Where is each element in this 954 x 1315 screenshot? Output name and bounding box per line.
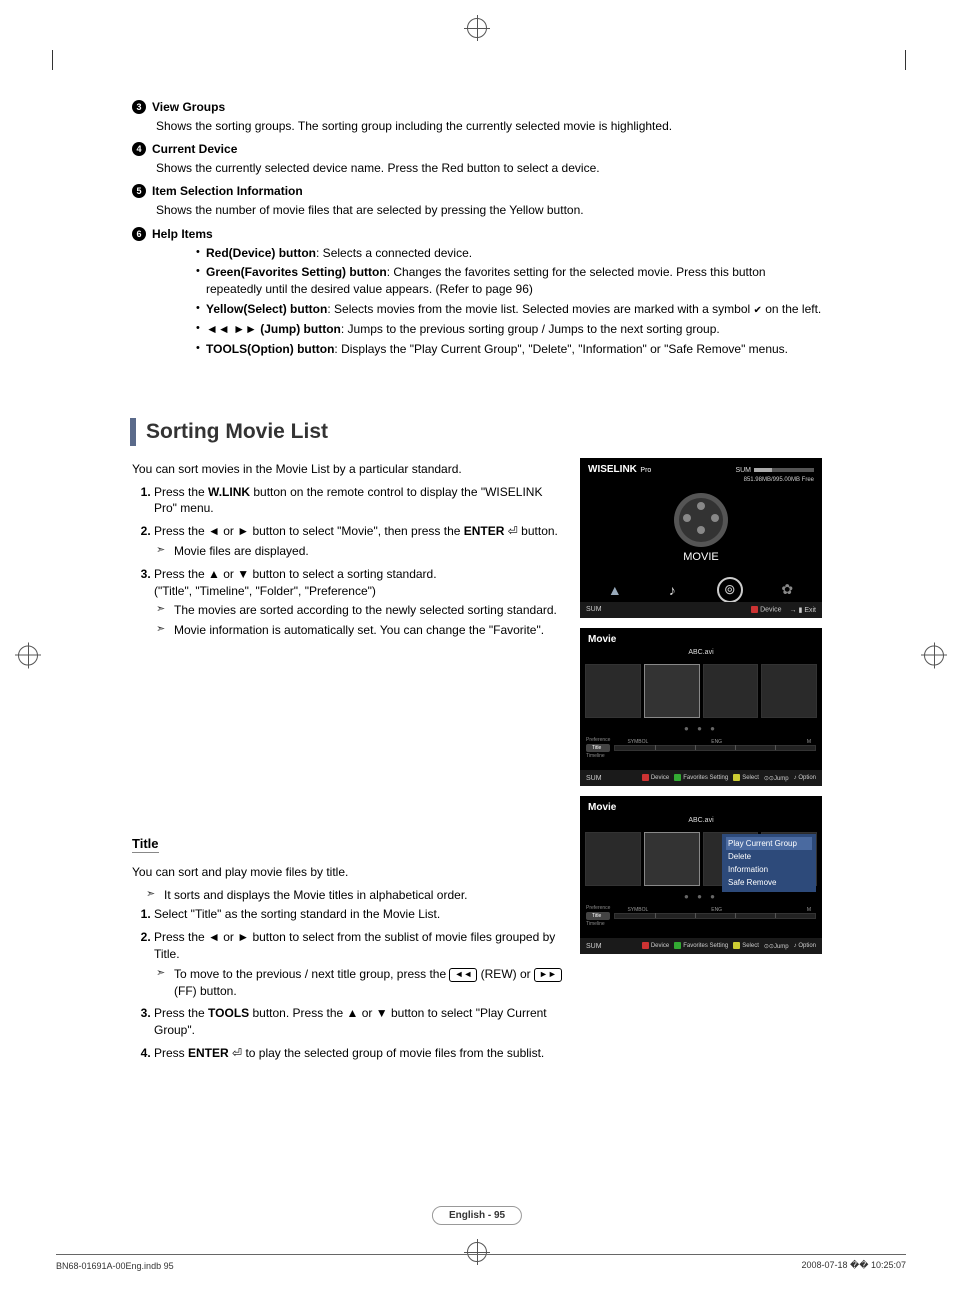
music-icon	[659, 577, 685, 603]
sorting-step-3: Press the ▲ or ▼ button to select a sort…	[154, 566, 568, 639]
rew-icon: ◄◄	[206, 322, 230, 336]
fig1-sum-label: SUM	[735, 467, 751, 474]
figure-movie-list-tools: Movie ABC.avi Play Current Group Delete …	[580, 796, 822, 954]
sorting-note-3b: Movie information is automatically set. …	[156, 622, 568, 639]
title-note-2a: To move to the previous / next title gro…	[156, 966, 568, 1000]
thumbnail	[703, 664, 759, 718]
ff-key-icon: ►►	[534, 968, 562, 982]
item-4: 4 Current Device	[132, 142, 822, 156]
check-icon: ✔	[754, 305, 762, 316]
title-step-2: Press the ◄ or ► button to select from t…	[154, 929, 568, 999]
crop-line-right	[905, 50, 906, 70]
fig2-sort-bar: Preference Title Timeline SYMBOL ENG M	[580, 735, 822, 761]
menu-item-delete: Delete	[726, 850, 812, 863]
bullet-3-icon: 3	[132, 100, 146, 114]
sorting-step-2: Press the ◄ or ► button to select "Movie…	[154, 523, 568, 560]
title-step-1: Select "Title" as the sorting standard i…	[154, 906, 568, 923]
thumbnail	[585, 832, 641, 886]
help-items-list: Red(Device) button: Selects a connected …	[156, 245, 822, 358]
rew-key-icon: ◄◄	[449, 968, 477, 982]
fig1-free-space: 851.98MB/995.00MB Free	[580, 477, 822, 483]
thumbnail-selected	[644, 664, 700, 718]
item-5-desc: Shows the number of movie files that are…	[156, 202, 822, 218]
title-step-4: Press ENTER ⏎ to play the selected group…	[154, 1045, 568, 1062]
red-square-icon	[751, 606, 758, 613]
content: 3 View Groups Shows the sorting groups. …	[132, 100, 822, 1068]
fig1-foot-sum: SUM	[586, 606, 602, 613]
thumbnail-selected	[644, 832, 700, 886]
movie-reel-icon	[674, 493, 728, 547]
setup-icon	[774, 577, 800, 603]
sorting-intro: You can sort movies in the Movie List by…	[132, 462, 568, 476]
fig3-foot-sum: SUM	[586, 943, 602, 950]
fig3-sort-bar: Preference Title Timeline SYMBOL ENG M	[580, 903, 822, 929]
fig3-filename: ABC.avi	[580, 817, 822, 824]
tools-popup-menu: Play Current Group Delete Information Sa…	[722, 834, 816, 892]
footer-timestamp: 2008-07-18 �� 10:25:07	[801, 1260, 906, 1271]
sorting-step-1: Press the W.LINK button on the remote co…	[154, 484, 568, 518]
menu-item-play-group: Play Current Group	[726, 837, 812, 850]
fig3-dots: ● ● ●	[580, 892, 822, 901]
help-item-jump: ◄◄ ►► (Jump) button: Jumps to the previo…	[196, 321, 822, 338]
title-note-1: It sorts and displays the Movie titles i…	[146, 887, 568, 904]
sorting-note-2a: Movie files are displayed.	[156, 543, 568, 560]
fig2-thumbnails	[580, 660, 822, 722]
thumbnail	[761, 664, 817, 718]
fig2-filename: ABC.avi	[580, 649, 822, 656]
title-text-column: Title You can sort and play movie files …	[132, 796, 568, 1068]
crop-mark-left	[18, 645, 38, 670]
item-3: 3 View Groups	[132, 100, 822, 114]
sorting-steps: Press the W.LINK button on the remote co…	[132, 484, 568, 639]
menu-item-information: Information	[726, 863, 812, 876]
enter-icon: ⏎	[232, 1046, 242, 1060]
title-intro: You can sort and play movie files by tit…	[132, 865, 568, 879]
help-item-tools: TOOLS(Option) button: Displays the "Play…	[196, 341, 822, 358]
help-item-red: Red(Device) button: Selects a connected …	[196, 245, 822, 262]
title-steps: Select "Title" as the sorting standard i…	[132, 906, 568, 1061]
fig3-title: Movie	[580, 796, 822, 815]
bullet-6-icon: 6	[132, 227, 146, 241]
crop-mark-right	[924, 645, 944, 670]
section-heading-sorting: Sorting Movie List	[130, 418, 822, 446]
thumbnail	[585, 664, 641, 718]
item-4-title: Current Device	[152, 142, 237, 156]
fig2-dots: ● ● ●	[580, 724, 822, 733]
movie-icon	[717, 577, 743, 603]
item-5: 5 Item Selection Information	[132, 184, 822, 198]
item-4-desc: Shows the currently selected device name…	[156, 160, 822, 176]
fig2-title: Movie	[580, 628, 822, 647]
footer-line	[56, 1254, 906, 1255]
page: 3 View Groups Shows the sorting groups. …	[0, 0, 954, 1315]
fig1-storage-bar	[754, 468, 814, 472]
item-5-title: Item Selection Information	[152, 184, 303, 198]
item-3-title: View Groups	[152, 100, 225, 114]
menu-item-safe-remove: Safe Remove	[726, 876, 812, 889]
crop-mark-top	[467, 18, 487, 43]
title-step-3: Press the TOOLS button. Press the ▲ or ▼…	[154, 1005, 568, 1039]
item-6-title: Help Items	[152, 227, 213, 241]
figure-movie-list: Movie ABC.avi ● ● ● Preference Title Tim	[580, 628, 822, 786]
fig1-wiselink-label: WISELINK	[588, 464, 637, 475]
help-item-green: Green(Favorites Setting) button: Changes…	[196, 264, 822, 298]
crop-line-left	[52, 50, 53, 70]
sorting-text-column: You can sort movies in the Movie List by…	[132, 458, 568, 786]
figure-column-1: WISELINK Pro SUM 851.98MB/995.00MB Free …	[580, 458, 822, 786]
help-item-yellow: Yellow(Select) button: Selects movies fr…	[196, 301, 822, 318]
item-3-desc: Shows the sorting groups. The sorting gr…	[156, 118, 822, 134]
item-6: 6 Help Items	[132, 227, 822, 241]
sub-heading-title: Title	[132, 836, 159, 853]
fig2-foot-sum: SUM	[586, 775, 602, 782]
page-number: English - 95	[432, 1206, 522, 1225]
footer-filename: BN68-01691A-00Eng.indb 95	[56, 1261, 174, 1271]
photo-icon	[602, 577, 628, 603]
bullet-5-icon: 5	[132, 184, 146, 198]
ff-icon: ►►	[233, 322, 257, 336]
figure-column-2: Movie ABC.avi Play Current Group Delete …	[580, 796, 822, 1068]
bullet-4-icon: 4	[132, 142, 146, 156]
enter-icon: ⏎	[508, 524, 518, 538]
fig1-movie-label: MOVIE	[580, 551, 822, 563]
sorting-note-3a: The movies are sorted according to the n…	[156, 602, 568, 619]
figure-wiselink-menu: WISELINK Pro SUM 851.98MB/995.00MB Free …	[580, 458, 822, 618]
